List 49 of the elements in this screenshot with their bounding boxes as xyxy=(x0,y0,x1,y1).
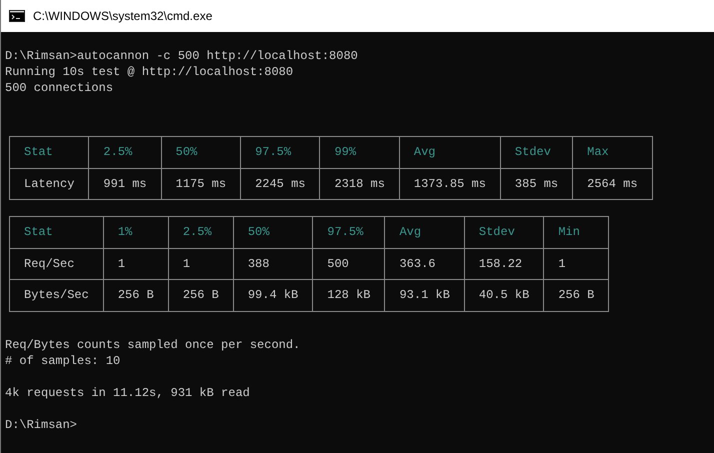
column-header: Stdev xyxy=(464,216,544,248)
column-header: 99% xyxy=(320,136,400,168)
table-cell: Bytes/Sec xyxy=(10,280,104,311)
table-cell: 1 xyxy=(544,248,609,280)
table-cell: 128 kB xyxy=(312,280,385,311)
table-cell: 388 xyxy=(233,248,313,280)
table-cell: 1 xyxy=(103,248,168,280)
console-line: # of samples: 10 xyxy=(5,352,120,368)
console-line: 500 connections xyxy=(5,80,114,96)
table-cell: 1 xyxy=(168,248,234,280)
column-header: 97.5% xyxy=(312,216,385,248)
table-cell: 93.1 kB xyxy=(384,280,464,311)
column-header: Avg xyxy=(384,216,464,248)
table-cell: 385 ms xyxy=(500,168,573,200)
column-header: Max xyxy=(572,136,652,168)
column-header: Stat xyxy=(10,136,89,168)
column-header: Stat xyxy=(10,216,104,248)
table-cell: 1373.85 ms xyxy=(399,168,500,200)
console-line: Running 10s test @ http://localhost:8080 xyxy=(5,64,294,80)
column-header: Stdev xyxy=(500,136,573,168)
console-line: D:\Rimsan>autocannon -c 500 http://localhost:8080 xyxy=(5,48,358,64)
console-line: Req/Bytes counts sampled once per second. xyxy=(5,336,300,352)
console-line: 4k requests in 11.12s, 931 kB read xyxy=(5,384,250,400)
column-header: Min xyxy=(544,216,609,248)
table-cell: Req/Sec xyxy=(10,248,104,280)
table-cell: 256 B xyxy=(544,280,609,311)
table-cell: 1175 ms xyxy=(161,168,241,200)
table-cell: 363.6 xyxy=(384,248,464,280)
column-header: 50% xyxy=(233,216,313,248)
column-header: 97.5% xyxy=(240,136,320,168)
table-cell: 991 ms xyxy=(88,168,162,200)
table-cell: 2318 ms xyxy=(320,168,400,200)
terminal-icon xyxy=(9,10,25,22)
table-cell: 500 xyxy=(312,248,385,280)
table-cell: 256 B xyxy=(168,280,234,311)
column-header: 2.5% xyxy=(168,216,234,248)
command-prompt: D:\Rimsan> xyxy=(5,416,78,432)
window-title: C:\WINDOWS\system32\cmd.exe xyxy=(33,8,212,25)
column-header: Avg xyxy=(399,136,500,168)
column-header: 2.5% xyxy=(88,136,162,168)
table-cell: 2245 ms xyxy=(240,168,320,200)
table-cell: 2564 ms xyxy=(572,168,652,200)
table-cell: Latency xyxy=(10,168,89,200)
table-cell: 158.22 xyxy=(464,248,544,280)
table-cell: 256 B xyxy=(103,280,168,311)
table-cell: 99.4 kB xyxy=(233,280,313,311)
column-header: 50% xyxy=(161,136,241,168)
table-cell: 40.5 kB xyxy=(464,280,544,311)
column-header: 1% xyxy=(103,216,168,248)
